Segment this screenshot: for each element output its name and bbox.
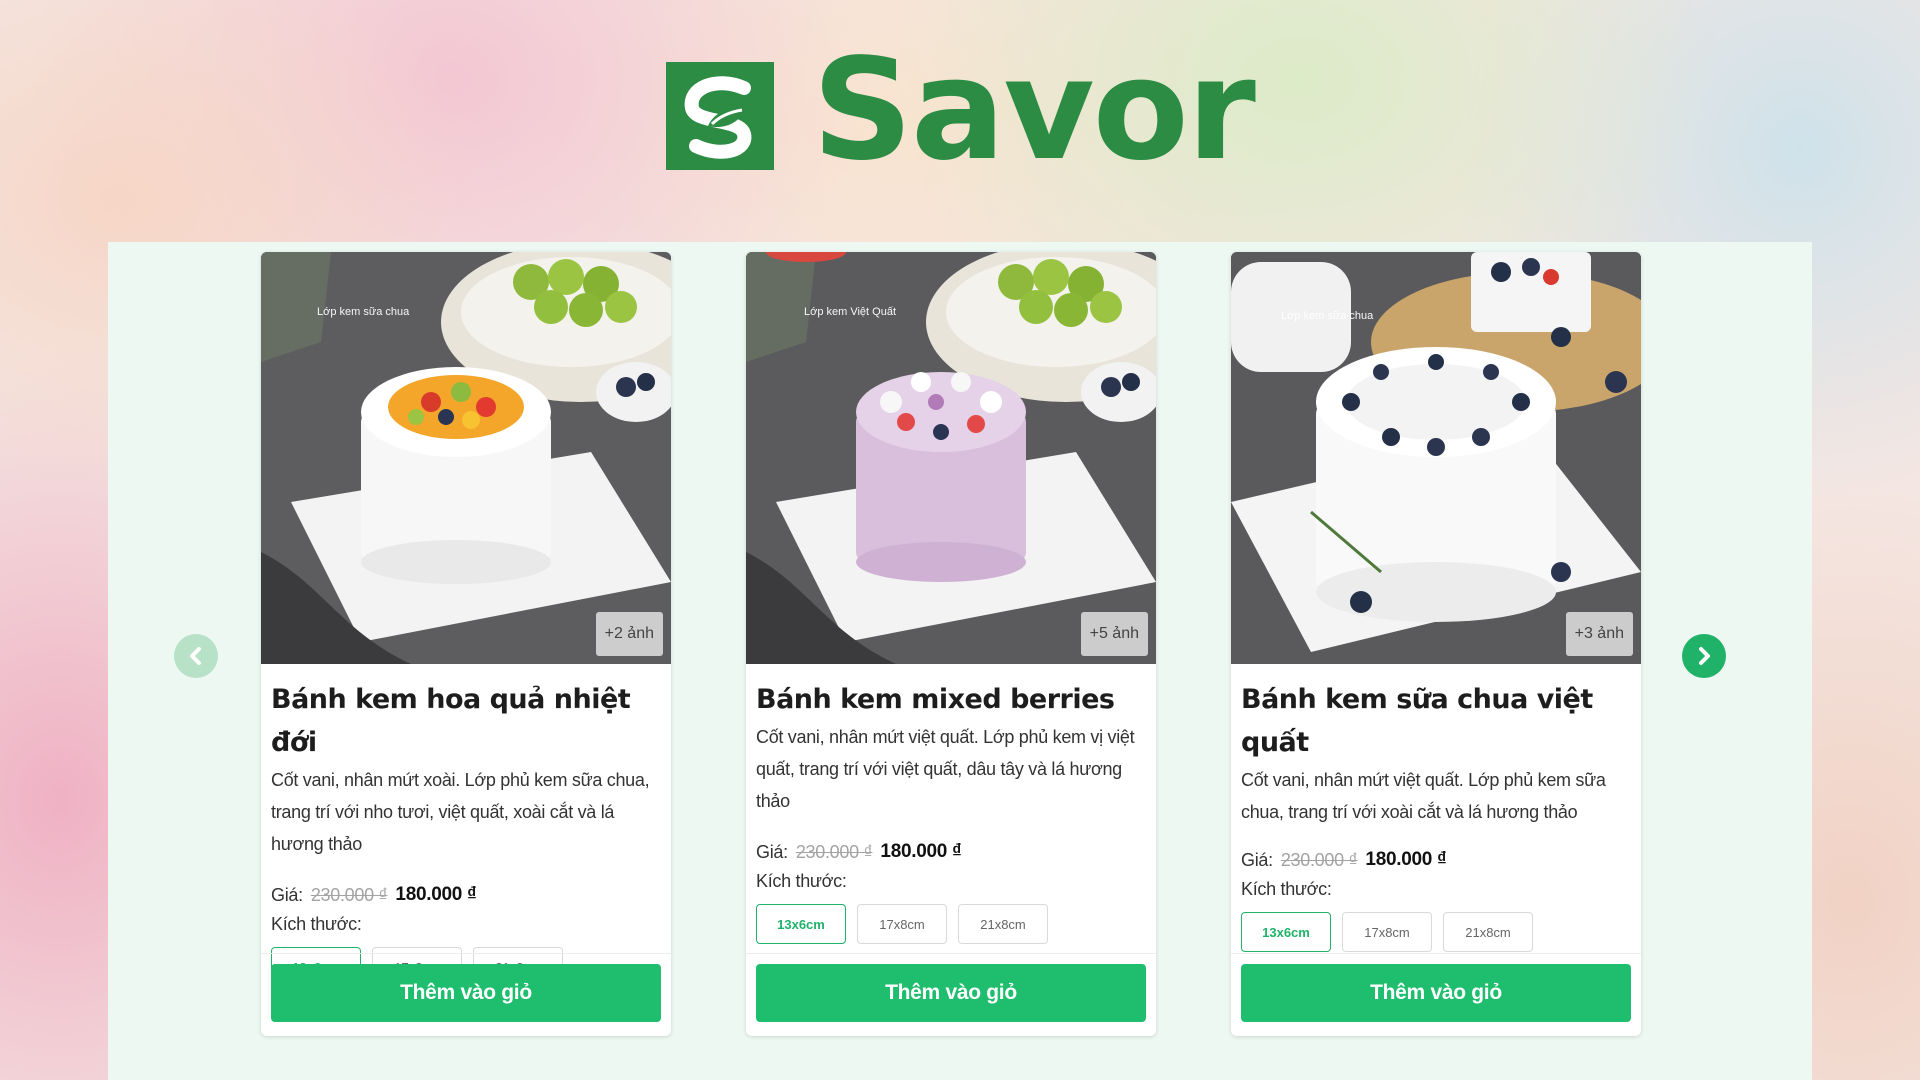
- new-price: 180.000 ₫: [395, 884, 477, 905]
- brand-name[interactable]: Savor: [812, 41, 1256, 181]
- product-card[interactable]: Lớp kem sữa chua +2 ảnh Bánh kem hoa quả…: [261, 252, 671, 1036]
- product-image[interactable]: Lớp kem sữa chua +2 ảnh: [261, 252, 671, 664]
- product-title[interactable]: Bánh kem hoa quả nhiệt đới: [271, 678, 661, 764]
- image-callout: Lớp kem sữa chua: [317, 306, 410, 318]
- product-title[interactable]: Bánh kem mixed berries: [756, 678, 1146, 721]
- size-option-17x8[interactable]: 17x8cm: [1342, 912, 1432, 952]
- price-label: Giá:: [756, 841, 788, 862]
- size-option-17x8[interactable]: 17x8cm: [857, 904, 947, 944]
- savor-logo-icon[interactable]: [666, 62, 775, 170]
- price-row: Giá: 230.000 ₫ 180.000 ₫: [271, 884, 661, 906]
- photo-count-badge[interactable]: +2 ảnh: [595, 612, 663, 656]
- photo-count-badge[interactable]: +3 ảnh: [1565, 612, 1633, 656]
- size-option-13x6[interactable]: 13x6cm: [756, 904, 846, 944]
- photo-count-badge[interactable]: +5 ảnh: [1080, 612, 1148, 656]
- site-header: Savor: [0, 0, 1920, 240]
- old-price: 230.000 ₫: [310, 884, 388, 905]
- product-title[interactable]: Bánh kem sữa chua việt quất: [1241, 678, 1631, 764]
- image-callout: Lớp kem sữa chua: [1281, 310, 1374, 322]
- add-to-cart-button[interactable]: Thêm vào giỏ: [756, 964, 1146, 1022]
- size-label: Kích thước:: [1241, 879, 1332, 899]
- add-to-cart-button[interactable]: Thêm vào giỏ: [1241, 964, 1631, 1022]
- size-option-21x8[interactable]: 21x8cm: [958, 904, 1048, 944]
- chevron-left-icon: [190, 647, 201, 665]
- old-price: 230.000 ₫: [1280, 849, 1358, 870]
- image-callout: Lớp kem Việt Quất: [804, 306, 897, 318]
- carousel-prev-button[interactable]: [174, 634, 218, 678]
- product-description: Cốt vani, nhân mứt xoài. Lớp phủ kem sữa…: [271, 770, 650, 854]
- size-label: Kích thước:: [756, 871, 847, 891]
- old-price: 230.000 ₫: [795, 841, 873, 862]
- chevron-right-icon: [1699, 647, 1710, 665]
- size-option-13x6[interactable]: 13x6cm: [1241, 912, 1331, 952]
- product-card[interactable]: Lớp kem sữa chua +3 ảnh Bánh kem sữa chu…: [1231, 252, 1641, 1036]
- new-price: 180.000 ₫: [880, 841, 962, 862]
- price-label: Giá:: [271, 884, 303, 905]
- size-option-21x8[interactable]: 21x8cm: [1443, 912, 1533, 952]
- size-label: Kích thước:: [271, 914, 362, 934]
- product-image[interactable]: Lớp kem Việt Quất +5 ảnh: [746, 252, 1156, 664]
- add-to-cart-button[interactable]: Thêm vào giỏ: [271, 964, 661, 1022]
- price-row: Giá: 230.000 ₫ 180.000 ₫: [1241, 849, 1631, 871]
- product-description: Cốt vani, nhân mứt việt quất. Lớp phủ ke…: [756, 727, 1135, 811]
- product-card[interactable]: Lớp kem Việt Quất +5 ảnh Bánh kem mixed …: [746, 252, 1156, 1036]
- price-label: Giá:: [1241, 849, 1273, 870]
- new-price: 180.000 ₫: [1365, 849, 1447, 870]
- carousel-next-button[interactable]: [1682, 634, 1726, 678]
- product-description: Cốt vani, nhân mứt việt quất. Lớp phủ ke…: [1241, 770, 1606, 822]
- size-options: 13x6cm 17x8cm 21x8cm: [1241, 912, 1631, 952]
- price-row: Giá: 230.000 ₫ 180.000 ₫: [756, 841, 1146, 863]
- product-image[interactable]: Lớp kem sữa chua +3 ảnh: [1231, 252, 1641, 664]
- size-options: 13x6cm 17x8cm 21x8cm: [756, 904, 1146, 944]
